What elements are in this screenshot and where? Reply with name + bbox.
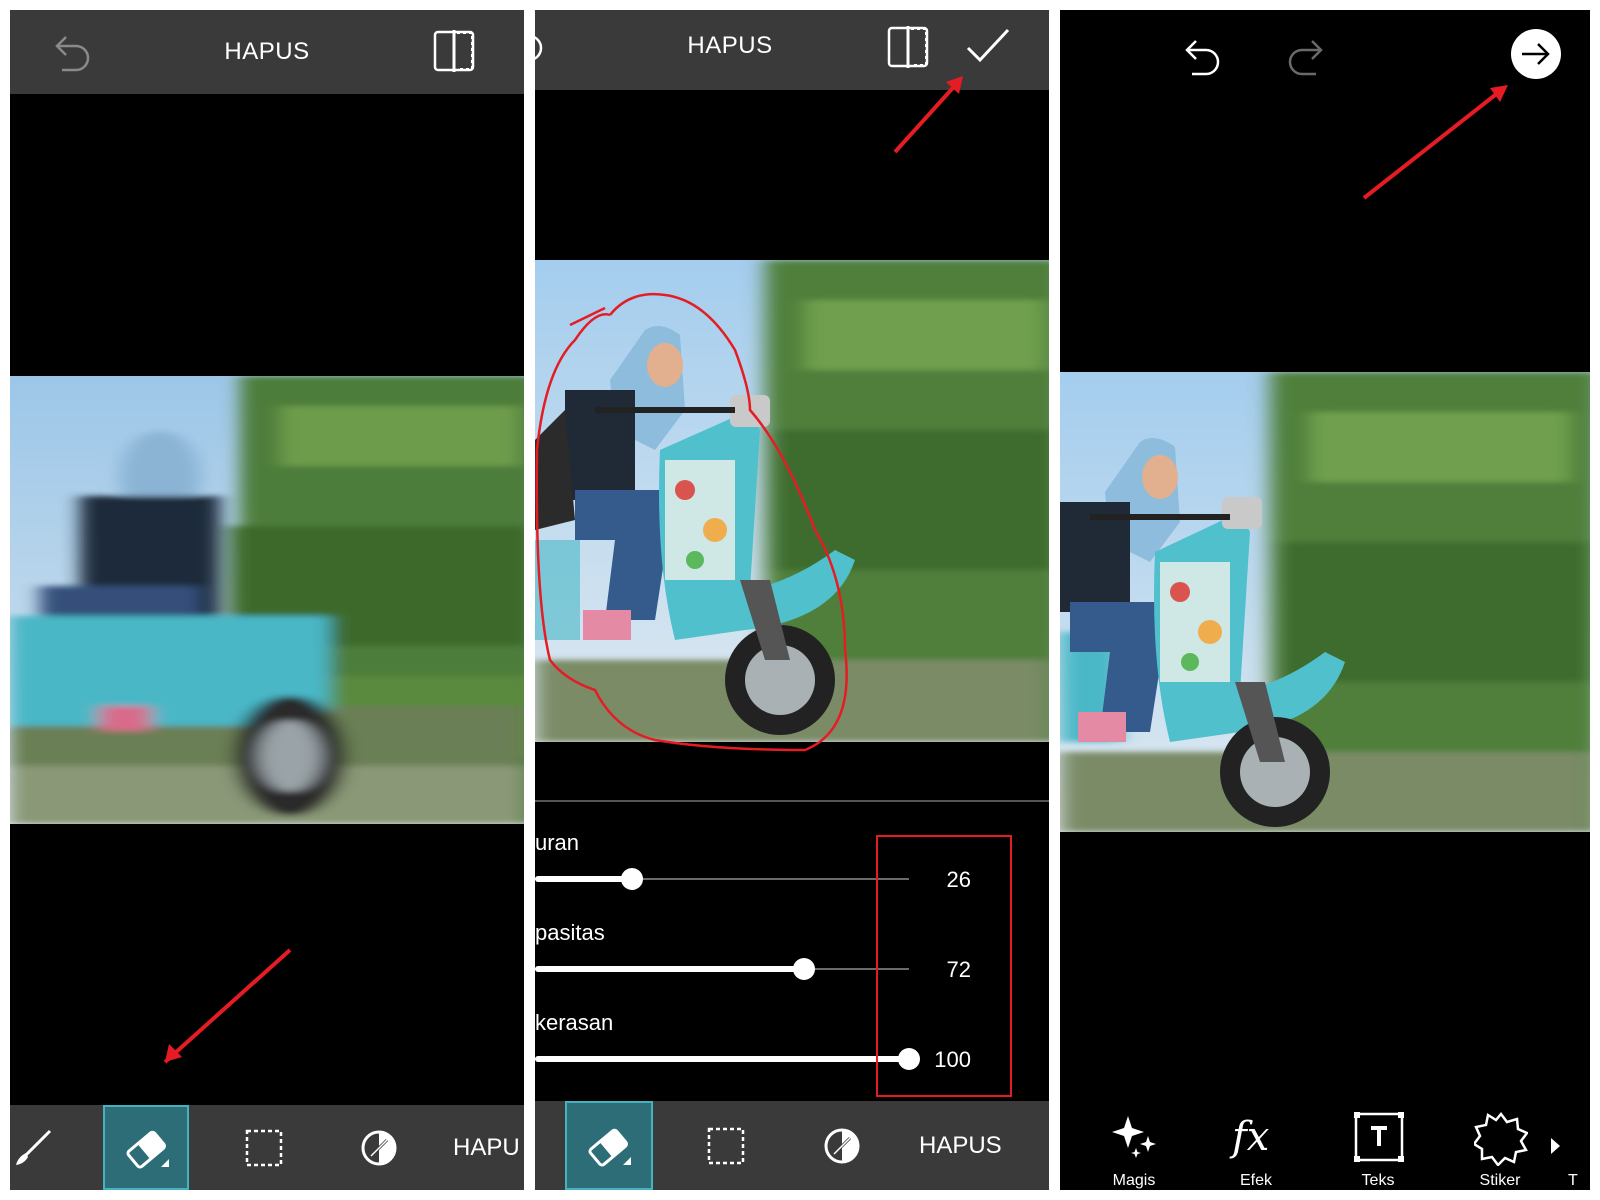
scooter-photo-result[interactable] <box>1060 372 1590 832</box>
slider-thumb[interactable] <box>621 868 644 890</box>
scooter-photo-partially-erased[interactable] <box>535 260 1049 742</box>
panel-erase-tool: HAPUS HAPU <box>10 10 524 1190</box>
menu-item-efek[interactable]: fx Efek <box>1206 1110 1306 1190</box>
eraser-tool[interactable] <box>103 1105 189 1190</box>
blurred-scooter-photo[interactable] <box>10 376 524 824</box>
menu-item-magis[interactable]: Magis <box>1084 1110 1184 1190</box>
eraser-icon <box>588 1128 631 1167</box>
invert-icon <box>361 1130 397 1166</box>
brush-tool[interactable] <box>10 1105 70 1190</box>
panel-erase-settings: HAPUS uran 26 pasitas 72 kerasan 100 HAP… <box>535 10 1049 1190</box>
compare-icon[interactable] <box>887 26 929 68</box>
brush-icon <box>16 1129 52 1165</box>
slider-fill <box>535 1056 909 1062</box>
invert-tool[interactable] <box>340 1105 420 1190</box>
slider-thumb[interactable] <box>793 958 816 980</box>
selection-tool[interactable] <box>225 1105 305 1190</box>
slider-track[interactable] <box>535 958 909 980</box>
tool-bar: HAPUS <box>535 1101 1049 1190</box>
tool-mode-label[interactable]: HAPU <box>453 1105 520 1190</box>
eraser-icon <box>126 1130 169 1169</box>
slider-fill <box>535 876 633 882</box>
tool-bar: HAPU <box>10 1105 524 1190</box>
undo-icon[interactable] <box>1178 38 1222 78</box>
invert-tool[interactable] <box>803 1101 883 1190</box>
menu-label: Teks <box>1361 1172 1395 1189</box>
svg-text:fx: fx <box>1229 1114 1269 1160</box>
menu-item-teks[interactable]: Teks <box>1328 1110 1428 1190</box>
menu-item-stiker[interactable]: Stiker <box>1450 1110 1550 1190</box>
annotation-highlight-box <box>876 835 1012 1097</box>
page-title: HAPUS <box>687 32 773 59</box>
sparkle-icon <box>1112 1116 1156 1158</box>
selection-icon <box>245 1129 283 1167</box>
slider-track[interactable] <box>535 868 909 890</box>
tool-mode-label[interactable]: HAPUS <box>919 1101 1002 1190</box>
panel-editor-result: Magis fx Efek Teks Stiker T <box>1060 10 1590 1190</box>
eraser-tool[interactable] <box>565 1101 653 1190</box>
divider <box>535 800 1049 802</box>
slider-label: kerasan <box>535 1010 614 1035</box>
menu-label: Magis <box>1112 1172 1156 1189</box>
menu-label: Efek <box>1239 1172 1272 1189</box>
fx-icon: fx <box>1229 1114 1269 1160</box>
selection-tool[interactable] <box>687 1101 767 1190</box>
slider-fill <box>535 966 805 972</box>
slider-label: pasitas <box>535 920 605 945</box>
scroll-right-icon[interactable] <box>1548 1136 1562 1156</box>
slider-track[interactable] <box>535 1048 920 1070</box>
compare-icon[interactable] <box>433 30 475 72</box>
slider-label: uran <box>535 830 580 855</box>
redo-icon[interactable] <box>1286 38 1330 78</box>
menu-item-more-label[interactable]: T <box>1568 1172 1590 1190</box>
text-icon <box>1354 1112 1404 1162</box>
sticker-icon <box>1474 1112 1528 1166</box>
top-bar: HAPUS <box>10 10 524 94</box>
invert-icon <box>824 1128 860 1164</box>
next-arrow-icon[interactable] <box>1510 28 1562 80</box>
menu-label: Stiker <box>1479 1172 1521 1189</box>
top-bar: HAPUS <box>535 10 1049 90</box>
selection-icon <box>707 1127 745 1165</box>
apply-checkmark-icon[interactable] <box>965 26 1011 66</box>
